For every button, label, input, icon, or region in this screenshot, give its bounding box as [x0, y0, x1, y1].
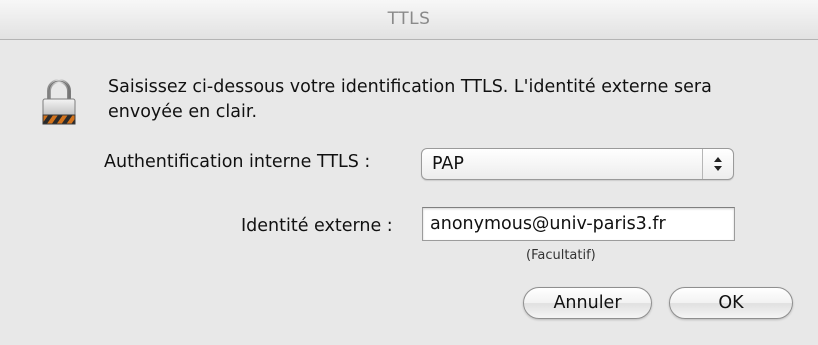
ok-button[interactable]: OK [669, 287, 793, 319]
ttls-dialog-window: TTLS Saisissez ci-dessous votre identifi… [0, 0, 818, 345]
title-bar[interactable]: TTLS [0, 0, 818, 40]
window-title: TTLS [387, 9, 431, 29]
optional-hint: (Facultatif) [526, 248, 596, 263]
inner-auth-label: Authentification interne TTLS : [104, 152, 371, 172]
cancel-button[interactable]: Annuler [523, 287, 652, 319]
external-identity-label: Identité externe : [241, 216, 393, 236]
dialog-message: Saisissez ci-dessous votre identificatio… [108, 77, 712, 122]
external-identity-field[interactable] [422, 207, 735, 241]
popup-arrows-icon [702, 149, 733, 179]
inner-auth-selected-value: PAP [432, 154, 464, 174]
inner-auth-popup[interactable]: PAP [421, 148, 734, 180]
lock-icon [40, 78, 78, 126]
